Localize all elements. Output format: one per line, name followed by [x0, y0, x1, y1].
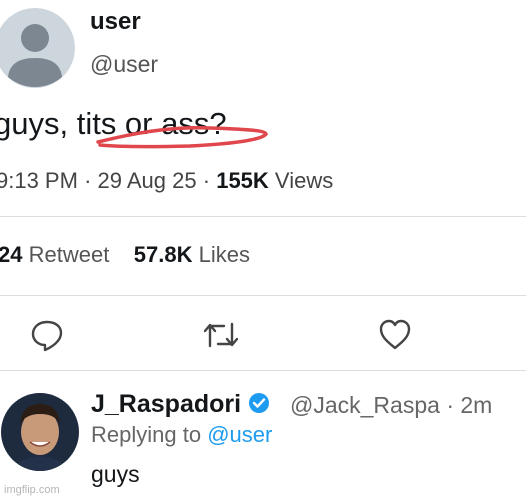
separator-dot: ·	[202, 168, 211, 193]
replying-prefix: Replying to	[91, 422, 202, 447]
views-label: Views	[274, 168, 334, 193]
reply-author-name-text: J_Raspadori	[91, 390, 242, 418]
retweets-stat[interactable]: 24 Retweet	[0, 242, 109, 267]
reply-handle-text[interactable]: @Jack_Raspa	[290, 392, 440, 418]
retweets-label: Retweet	[28, 242, 110, 267]
reply-avatar[interactable]	[0, 384, 80, 480]
retweet-button[interactable]	[202, 318, 240, 357]
red-scribble	[96, 125, 268, 149]
reply-icon	[31, 320, 63, 352]
replying-to-link[interactable]: @user	[207, 422, 272, 447]
tweet-meta: 9:13 PM · 29 Aug 25 · 155K Views	[0, 168, 333, 194]
tweet-date: 29 Aug 25	[97, 168, 197, 193]
author-username[interactable]: user	[90, 8, 141, 36]
likes-stat[interactable]: 57.8K Likes	[134, 242, 250, 267]
reply-author-handle: @Jack_Raspa · 2m	[290, 392, 492, 419]
avatar[interactable]	[0, 3, 75, 93]
separator-dot: ·	[84, 168, 92, 193]
author-handle[interactable]: @user	[90, 51, 158, 78]
tweet-time: 9:13 PM	[0, 168, 78, 193]
views-count: 155K	[216, 168, 269, 193]
retweet-icon	[203, 322, 239, 348]
reply-time: 2m	[460, 392, 493, 418]
replying-to: Replying to @user	[91, 422, 272, 448]
retweets-count: 24	[0, 242, 23, 267]
tweet-stats: 24 Retweet 57.8K Likes	[0, 242, 250, 268]
like-icon	[379, 319, 411, 350]
like-button[interactable]	[378, 318, 412, 357]
watermark: imgflip.com	[4, 484, 60, 496]
reply-author-name[interactable]: J_Raspadori	[91, 390, 270, 419]
divider	[0, 370, 526, 371]
likes-count: 57.8K	[133, 242, 193, 267]
reply-button[interactable]	[30, 318, 64, 357]
reply-text: guys	[91, 461, 140, 487]
divider	[0, 216, 526, 217]
separator-dot: ·	[446, 392, 454, 418]
verified-icon	[249, 393, 270, 413]
likes-label: Likes	[198, 242, 250, 267]
divider	[0, 295, 526, 296]
